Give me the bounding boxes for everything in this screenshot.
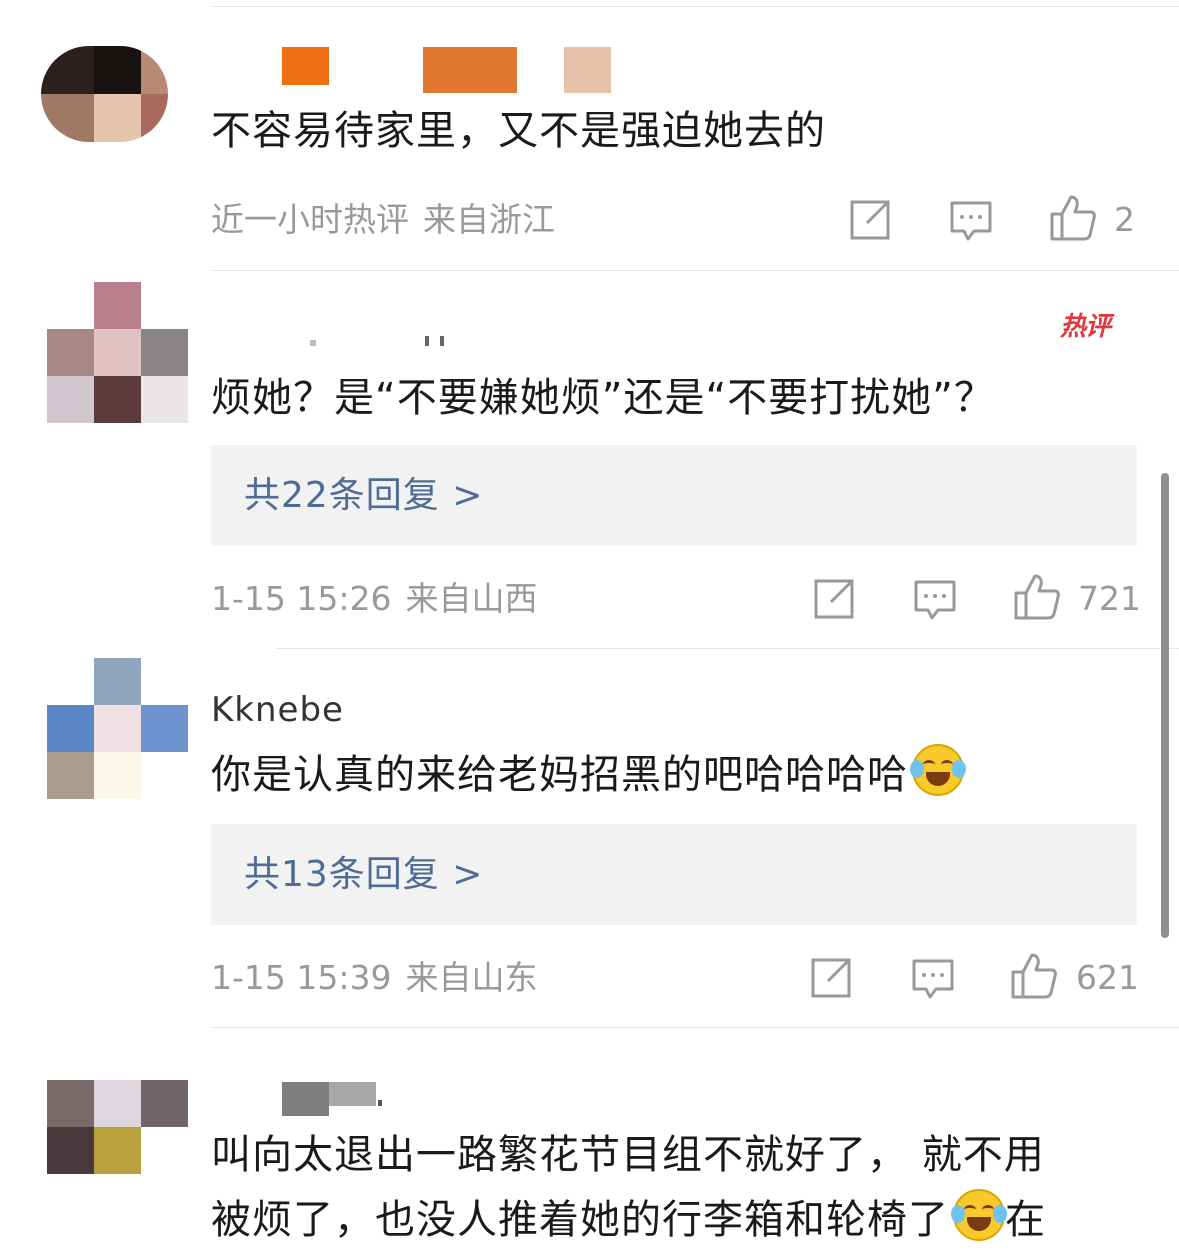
comment-text-line: 叫向太退出一路繁花节目组不就好了， 就不用 (211, 1132, 1045, 1178)
view-replies-button[interactable]: 共22条回复 > (211, 445, 1137, 546)
divider (211, 6, 1179, 7)
username[interactable]: Kknebe (211, 692, 344, 722)
comment-meta: 1-15 15:39 来自山东 (211, 958, 538, 998)
share-icon[interactable] (808, 955, 854, 1001)
comment-location: 来自山东 (405, 958, 538, 997)
divider (276, 648, 1179, 649)
comment-text: 烦她？是“不要嫌她烦”还是“不要打扰她”？ (211, 375, 995, 421)
view-replies-label: 共13条回复 > (244, 854, 484, 895)
username-redacted[interactable] (282, 47, 611, 93)
comment-text-line: 被烦了，也没人推着她的行李箱和轮椅了 在 (211, 1188, 1046, 1252)
thumbs-up-icon[interactable] (1010, 952, 1058, 1000)
comment-text-body: 你是认真的来给老妈招黑的吧哈哈哈哈 (211, 752, 908, 798)
comment-location: 来自山西 (405, 579, 538, 618)
comment-time: 1-15 15:26 (211, 579, 392, 618)
avatar[interactable] (41, 46, 168, 142)
comment-icon[interactable] (910, 955, 956, 1001)
scrollbar[interactable] (1161, 473, 1169, 938)
comment-icon[interactable] (948, 197, 994, 243)
laugh-cry-emoji-icon (951, 1189, 1007, 1241)
comment-text-tail: 在 (1005, 1197, 1046, 1243)
comment-time: 1-15 15:39 (211, 958, 392, 997)
view-replies-button[interactable]: 共13条回复 > (211, 824, 1137, 925)
comment-text-body: 被烦了，也没人推着她的行李箱和轮椅了 (211, 1197, 949, 1243)
share-icon[interactable] (811, 576, 857, 622)
like-count: 721 (1078, 579, 1141, 618)
thumbs-up-icon[interactable] (1049, 194, 1097, 242)
hot-comment-badge: 热评 (1060, 312, 1111, 342)
divider (211, 270, 1179, 271)
comment-icon[interactable] (912, 576, 958, 622)
share-icon[interactable] (847, 197, 893, 243)
avatar[interactable] (47, 1080, 188, 1174)
comment-location: 来自浙江 (423, 200, 555, 239)
like-count: 621 (1076, 958, 1139, 997)
view-replies-label: 共22条回复 > (244, 475, 484, 516)
comment-meta: 近一小时热评 来自浙江 (211, 200, 555, 240)
thumbs-up-icon[interactable] (1013, 573, 1061, 621)
username-redacted[interactable] (300, 336, 460, 346)
username-redacted[interactable] (282, 1082, 422, 1116)
like-count: 2 (1114, 200, 1135, 239)
comment-text: 不容易待家里，又不是强迫她去的 (211, 108, 826, 154)
avatar[interactable] (47, 282, 188, 423)
divider (211, 1027, 1179, 1028)
laugh-cry-emoji-icon (910, 744, 966, 796)
comment-meta: 1-15 15:26 来自山西 (211, 579, 538, 619)
avatar[interactable] (47, 658, 188, 799)
comment-text: 你是认真的来给老妈招黑的吧哈哈哈哈 (211, 743, 966, 807)
comment-time: 近一小时热评 (211, 200, 409, 239)
